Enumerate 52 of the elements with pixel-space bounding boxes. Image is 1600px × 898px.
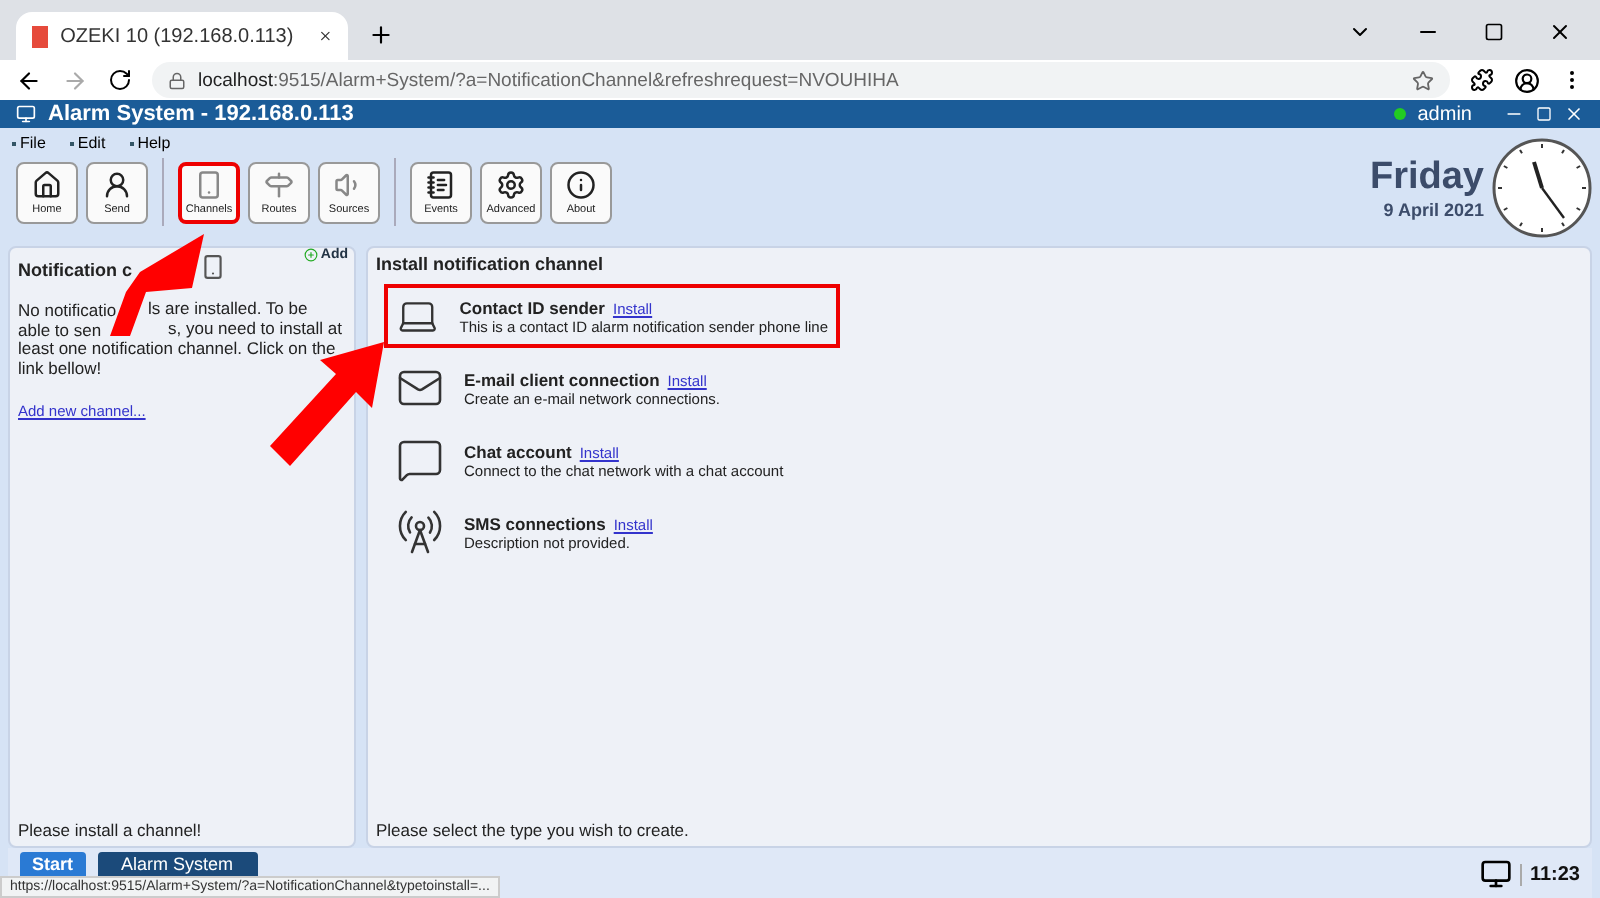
date-label: 9 April 2021: [1383, 200, 1484, 220]
lock-icon: [168, 71, 186, 89]
address-bar[interactable]: localhost:9515/Alarm+System/?a=NotificationChannel&refreshrequest=NVOUHIHA: [152, 62, 1450, 98]
menu-item[interactable]: Help: [129, 134, 171, 152]
app-icon: [16, 104, 36, 124]
info-text: ls are installed. To be: [148, 298, 308, 318]
favicon-icon: [32, 25, 49, 47]
profile-icon[interactable]: [1514, 67, 1540, 93]
user-name: admin: [1417, 103, 1472, 125]
maximize-icon[interactable]: [1484, 22, 1504, 42]
bookmark-icon[interactable]: [1412, 69, 1434, 91]
notebook-icon: [426, 169, 456, 199]
home-icon: [32, 169, 62, 199]
menu-item[interactable]: File: [12, 134, 46, 152]
info-text: able to sen: [18, 320, 102, 340]
panel-title: Install notification channel: [376, 254, 606, 274]
info-text: link bellow!: [18, 358, 102, 378]
tab-title: OZEKI 10 (192.168.0.113): [60, 25, 294, 47]
panel-title: Notification c: [18, 259, 133, 279]
channel-name: E-mail client connection: [464, 369, 660, 389]
panel-footer: Please install a channel!: [18, 820, 346, 840]
phone-icon: [194, 169, 224, 199]
phone-icon: [200, 254, 226, 280]
person-icon: [102, 169, 132, 199]
info-text: least one notification channel. Click on the: [18, 338, 336, 358]
extensions-icon[interactable]: [1470, 68, 1494, 92]
close-icon[interactable]: [317, 26, 332, 46]
channel-name: SMS connections: [464, 513, 606, 533]
browser-tab[interactable]: OZEKI 10 (192.168.0.113): [16, 12, 348, 60]
url-text: localhost:9515/Alarm+System/?a=NotificationChannel&refreshrequest=NVOUHIHA: [198, 69, 899, 91]
monitor-icon[interactable]: [1479, 858, 1512, 890]
back-icon[interactable]: [16, 67, 42, 93]
chat-icon: [396, 436, 444, 484]
settings-icon: [496, 169, 526, 199]
close-icon[interactable]: [1548, 20, 1572, 44]
plus-icon: [304, 248, 319, 262]
antenna-icon: [396, 508, 444, 556]
taskbar-clock: 11:23: [1519, 863, 1580, 885]
signpost-icon: [264, 169, 294, 199]
day-label: Friday: [1369, 156, 1484, 200]
clock-icon: [1492, 138, 1592, 238]
info-icon: [566, 169, 596, 199]
channel-name: Chat account: [464, 441, 572, 461]
close-icon[interactable]: [1564, 104, 1584, 124]
reload-icon[interactable]: [108, 68, 132, 92]
channel-name: Contact ID sender: [459, 297, 605, 317]
panel-footer: Please select the type you wish to create.: [376, 820, 1582, 840]
new-tab-icon[interactable]: [368, 22, 394, 48]
app-title: Alarm System - 192.168.0.113: [48, 102, 354, 126]
info-text: s, you need to install at: [168, 318, 342, 338]
menu-item[interactable]: Edit: [69, 134, 106, 152]
info-text: No notificatio: [18, 300, 117, 320]
